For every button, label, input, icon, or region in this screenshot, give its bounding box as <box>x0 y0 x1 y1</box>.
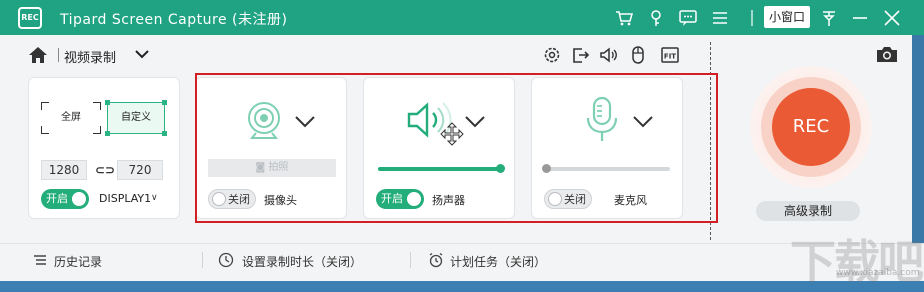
fullscreen-button[interactable]: 全屏 <box>41 102 101 134</box>
clock-icon <box>218 252 234 268</box>
volume-icon[interactable] <box>598 45 618 65</box>
bottom-bar: 历史记录 设置录制时长（关闭） 计划任务（关闭） <box>0 243 924 281</box>
custom-region-button[interactable]: 自定义 <box>105 100 167 136</box>
link-icon[interactable]: ⊂⊃ <box>95 163 115 177</box>
width-input[interactable]: 1280 <box>41 160 87 180</box>
separator <box>410 252 411 268</box>
custom-label: 自定义 <box>121 112 151 123</box>
mode-separator <box>58 48 59 62</box>
title-bar: REC Tipard Screen Capture (未注册) 小窗口 <box>0 0 924 35</box>
duration-link[interactable]: 设置录制时长（关闭） <box>242 253 362 270</box>
home-icon[interactable] <box>28 45 48 65</box>
settings-icon[interactable] <box>542 45 562 65</box>
close-icon[interactable] <box>882 8 902 28</box>
alarm-icon <box>428 252 444 268</box>
svg-text:FIT: FIT <box>664 53 676 61</box>
resize-handle <box>105 100 110 105</box>
height-input[interactable]: 720 <box>117 160 163 180</box>
advanced-record-button[interactable]: 高级录制 <box>756 201 860 221</box>
key-icon[interactable] <box>646 8 666 28</box>
watermark-url: www.xiazaiba.com <box>836 268 920 278</box>
minimize-icon[interactable] <box>850 8 870 28</box>
rec-button[interactable]: REC <box>772 88 850 166</box>
mini-window-button[interactable]: 小窗口 <box>764 6 810 28</box>
app-logo: REC <box>18 7 42 29</box>
chevron-down-icon[interactable]: ∨ <box>151 193 158 203</box>
screen-toggle[interactable]: 开启 <box>41 189 89 209</box>
divider-icon <box>742 8 762 28</box>
toggle-label: 开启 <box>46 192 68 205</box>
schedule-link[interactable]: 计划任务（关闭） <box>450 253 546 270</box>
rec-glow: REC <box>750 66 872 188</box>
chevron-down-icon[interactable] <box>133 45 151 63</box>
list-icon <box>32 252 48 268</box>
history-link[interactable]: 历史记录 <box>54 253 102 270</box>
resize-handle <box>162 131 167 136</box>
app-title: Tipard Screen Capture (未注册) <box>60 12 288 28</box>
watermark-logo: 下载吧 <box>790 235 924 289</box>
resize-handle <box>162 100 167 105</box>
export-icon[interactable] <box>570 45 590 65</box>
mode-label[interactable]: 视频录制 <box>64 47 116 66</box>
display-select[interactable]: DISPLAY1 <box>99 192 151 205</box>
screenshot-camera-icon[interactable] <box>875 44 899 64</box>
menu-icon[interactable] <box>710 8 730 28</box>
toggle-knob <box>72 192 86 206</box>
pin-icon[interactable] <box>819 8 839 28</box>
separator <box>202 252 203 268</box>
screen-panel: 全屏 自定义 1280 ⊂⊃ 720 开启 DISPLAY1 ∨ <box>28 77 180 219</box>
app-window: REC Tipard Screen Capture (未注册) 小窗口 视频录制… <box>0 0 924 289</box>
chat-icon[interactable] <box>678 8 698 28</box>
highlight-frame <box>195 73 718 223</box>
cart-icon[interactable] <box>614 8 634 28</box>
fit-icon[interactable]: FIT <box>660 45 680 65</box>
resize-handle <box>105 131 110 136</box>
mouse-icon[interactable] <box>628 45 648 65</box>
